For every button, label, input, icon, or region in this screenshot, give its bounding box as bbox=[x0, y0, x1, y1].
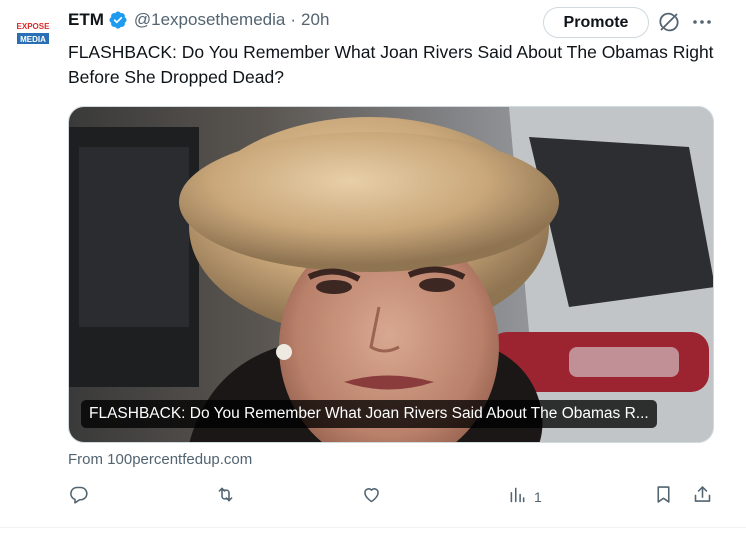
tweet-divider bbox=[0, 527, 746, 528]
share-button[interactable] bbox=[692, 484, 713, 510]
avatar-text-top: EXPOSE bbox=[17, 22, 51, 31]
views-button[interactable]: 1 bbox=[507, 484, 542, 510]
card-source[interactable]: From 100percentfedup.com bbox=[68, 451, 252, 468]
verified-badge-icon bbox=[108, 10, 128, 30]
like-icon bbox=[361, 484, 382, 510]
card-title: FLASHBACK: Do You Remember What Joan Riv… bbox=[81, 400, 657, 428]
bookmark-icon bbox=[653, 484, 674, 510]
promote-button[interactable]: Promote bbox=[543, 7, 649, 38]
tweet-text: FLASHBACK: Do You Remember What Joan Riv… bbox=[68, 42, 714, 87]
grok-icon[interactable] bbox=[657, 10, 681, 34]
action-bar: 1 bbox=[68, 484, 714, 510]
separator-dot: · bbox=[290, 10, 297, 29]
author-handle[interactable]: @1exposethemedia bbox=[134, 10, 285, 30]
share-icon bbox=[692, 484, 713, 510]
timestamp[interactable]: 20h bbox=[301, 10, 329, 30]
like-button[interactable] bbox=[361, 484, 382, 510]
more-icon[interactable] bbox=[690, 10, 714, 34]
tweet[interactable]: EXPOSE MEDIA ETM @1exposethemedia · 20h … bbox=[0, 0, 746, 538]
author-name[interactable]: ETM bbox=[68, 10, 104, 30]
views-count: 1 bbox=[534, 489, 542, 505]
link-card[interactable]: FLASHBACK: Do You Remember What Joan Riv… bbox=[68, 106, 714, 443]
avatar[interactable]: EXPOSE MEDIA bbox=[12, 12, 54, 54]
reply-button[interactable] bbox=[68, 484, 89, 510]
views-icon bbox=[507, 484, 528, 510]
retweet-icon bbox=[215, 484, 236, 510]
reply-icon bbox=[68, 484, 89, 510]
tweet-header: ETM @1exposethemedia · 20h bbox=[68, 8, 329, 32]
bookmark-button[interactable] bbox=[653, 484, 674, 510]
card-image bbox=[69, 107, 713, 442]
avatar-text-bottom: MEDIA bbox=[20, 35, 46, 44]
retweet-button[interactable] bbox=[215, 484, 236, 510]
